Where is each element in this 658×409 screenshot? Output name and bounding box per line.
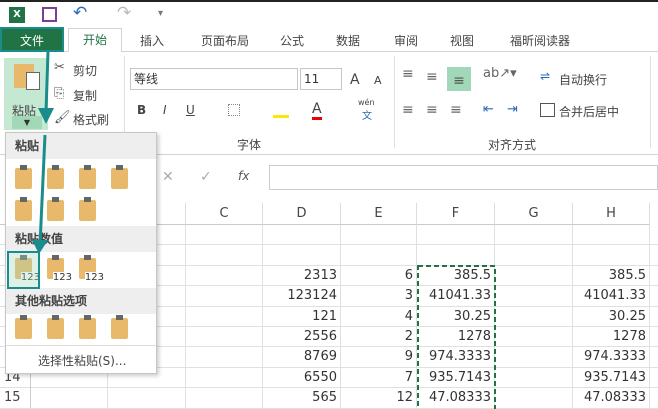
arrow-line-2: [38, 134, 47, 246]
arrow-head-1: [38, 108, 54, 124]
annotation-arrows: [32, 51, 496, 409]
copy-marquee: [417, 265, 496, 409]
arrow-line-1: [44, 51, 50, 113]
arrow-head-2: [32, 240, 48, 254]
